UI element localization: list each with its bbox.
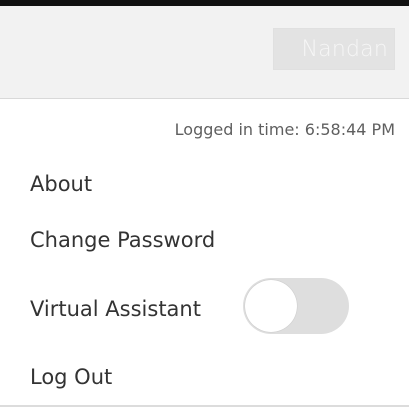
toggle-knob — [245, 280, 297, 332]
logged-in-time: Logged in time: 6:58:44 PM — [174, 120, 395, 139]
user-dropdown-menu: Logged in time: 6:58:44 PM About Change … — [0, 99, 409, 407]
menu-item-about[interactable]: About — [30, 172, 92, 196]
header-bar: Nandan — [0, 6, 409, 99]
menu-item-change-password[interactable]: Change Password — [30, 228, 215, 252]
menu-item-virtual-assistant: Virtual Assistant — [30, 297, 201, 321]
user-name: Nandan — [301, 36, 388, 62]
virtual-assistant-toggle[interactable] — [243, 278, 349, 334]
user-menu-button[interactable]: Nandan — [273, 28, 395, 70]
menu-item-log-out[interactable]: Log Out — [30, 365, 112, 389]
